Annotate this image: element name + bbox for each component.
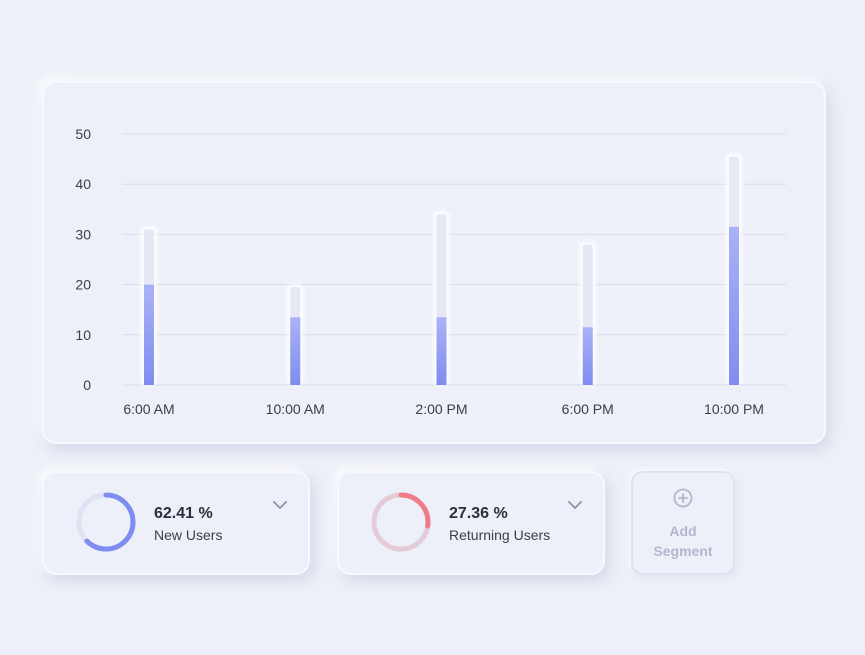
y-tick-label: 40 [75,176,91,192]
x-tick-label: 6:00 PM [562,401,614,417]
bar-fill [729,226,739,385]
y-tick-label: 20 [75,277,91,293]
returning-users-label: Returning Users [449,527,551,543]
x-tick-label: 6:00 AM [123,401,174,417]
y-tick-label: 50 [75,126,91,142]
chart-card: 0 10 20 30 40 50 6:00 AM 10:00 AM 2:00 PM 6:00 PM… [42,81,826,444]
add-segment-label: Add Segment [653,523,713,559]
chevron-down-icon[interactable] [567,499,583,511]
y-tick-label: 10 [75,327,91,343]
returning-users-donut [371,492,431,552]
returning-users-value: 27.36 % [449,505,508,522]
chevron-down-icon[interactable] [272,499,288,511]
plus-circle-icon [673,488,693,508]
bar-chart: 0 10 20 30 40 50 6:00 AM 10:00 AM 2:00 PM 6:00 PM… [75,126,786,417]
new-users-donut [76,492,136,552]
bar-fill [436,317,447,385]
new-users-label: New Users [154,527,223,543]
stat-card-new-users[interactable]: 62.41 % New Users [42,471,310,575]
add-segment-button[interactable]: Add Segment [631,471,735,575]
x-tick-label: 10:00 AM [266,401,325,417]
stat-card-returning-users[interactable]: 27.36 % Returning Users [337,471,605,575]
bar-fill [144,284,154,385]
bar-fill [290,317,301,385]
new-users-value: 62.41 % [154,505,213,522]
x-tick-label: 2:00 PM [415,401,467,417]
x-tick-label: 10:00 PM [704,401,764,417]
y-tick-label: 30 [75,226,91,242]
bar-fill [582,327,593,385]
y-tick-label: 0 [83,377,91,393]
